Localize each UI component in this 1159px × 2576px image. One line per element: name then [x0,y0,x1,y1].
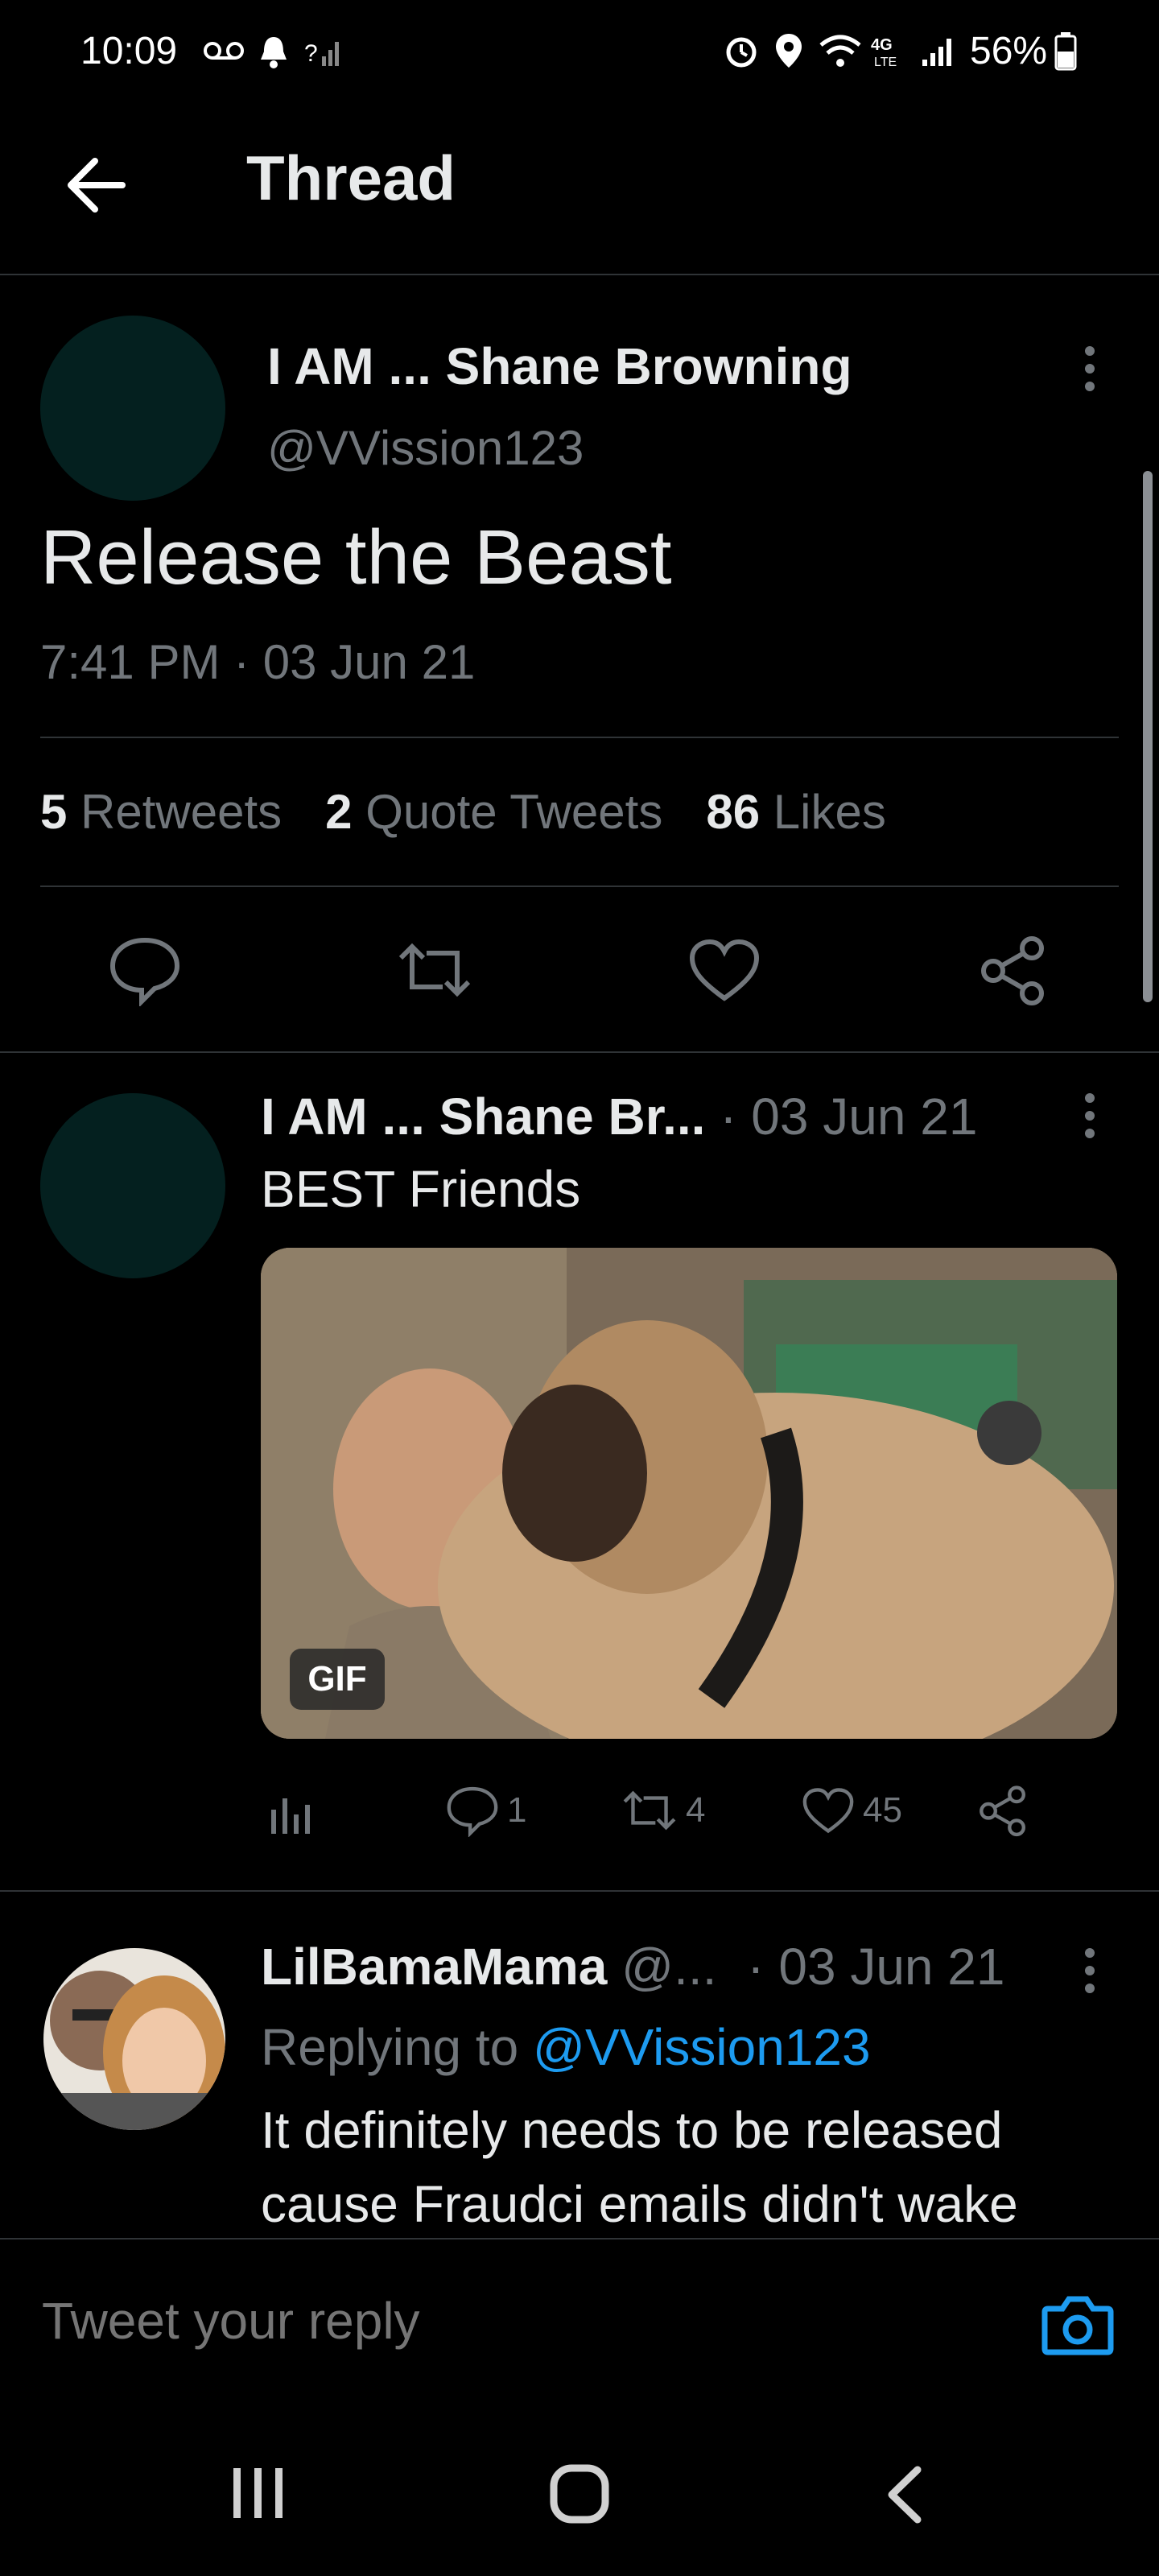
heart-icon [802,1788,854,1834]
reply-header: I AM ... Shane Br... · 03 Jun 21 [261,1087,977,1146]
status-time: 10:09 [80,30,178,72]
quote-tweets-count: 2 [325,785,353,839]
analytics-button[interactable] [266,1785,317,1841]
reply-display-name[interactable]: LilBamaMama [261,1938,607,1996]
scrollbar[interactable] [1143,471,1153,1002]
battery-percent: 56% [970,30,1048,72]
system-nav-bar [0,2391,1159,2576]
recent-apps-icon [233,2468,283,2518]
recent-apps-button[interactable] [230,2465,287,2525]
reply-date: · 03 Jun 21 [747,1938,1005,1996]
likes-label: Likes [773,785,886,839]
status-bar: 10:09 ? 4G LTE 56% [0,0,1159,105]
reply-bar [0,2238,1159,2392]
divider [40,737,1119,738]
location-icon [776,34,802,68]
wifi-icon [819,35,861,67]
more-options-button[interactable] [1085,1085,1095,1146]
svg-text:LTE: LTE [874,56,897,69]
home-button[interactable] [549,2463,610,2529]
analytics-icon [271,1798,310,1834]
nav-back-button[interactable] [882,2465,930,2529]
camera-button[interactable] [1040,2293,1116,2361]
replying-to-link[interactable]: @VVission123 [533,2018,871,2076]
reply-header: LilBamaMama @... · 03 Jun 21 [261,1937,1004,1996]
like-count: 45 [863,1790,902,1830]
divider [0,1051,1159,1053]
replying-prefix: Replying to [261,2018,519,2076]
quote-tweets-stat[interactable]: 2 Quote Tweets [325,784,662,840]
gif-badge: GIF [290,1649,385,1710]
share-button[interactable] [975,1784,1032,1841]
notification-bell-icon [261,37,287,68]
author-handle[interactable]: @VVission123 [267,420,584,476]
avatar[interactable] [40,1093,225,1278]
retweets-count: 5 [40,785,68,839]
cell-signal-icon [922,39,951,66]
reply-input[interactable] [40,2288,969,2354]
share-icon [981,936,1044,1005]
reply-display-name[interactable]: I AM ... Shane Br... [261,1088,705,1146]
home-icon [550,2464,609,2524]
more-vertical-icon [1085,1093,1095,1138]
share-button[interactable] [975,934,1053,1010]
reply-button[interactable]: 1 [444,1784,526,1837]
retweet-count: 4 [686,1790,706,1830]
reply-button[interactable] [106,934,184,1010]
author-display-name[interactable]: I AM ... Shane Browning [267,336,852,396]
quote-tweets-label: Quote Tweets [365,785,663,839]
divider [40,886,1119,887]
reply-date: · 03 Jun 21 [720,1088,978,1146]
more-options-button[interactable] [1085,338,1095,399]
tweet-stats: 5 Retweets 2 Quote Tweets 86 Likes [40,784,886,840]
thread-header [0,105,1159,275]
retweets-stat[interactable]: 5 Retweets [40,784,282,840]
reply-count: 1 [507,1790,527,1830]
signal-no-sim-icon: ? [304,40,339,67]
retweet-icon [398,943,471,997]
gif-media[interactable] [261,1248,1117,1739]
likes-count: 86 [706,785,761,839]
heart-icon [689,939,760,1001]
comment-icon [447,1786,498,1837]
like-button[interactable]: 45 [800,1784,902,1837]
reply-handle[interactable]: @... [621,1938,716,1996]
retweet-icon [623,1790,676,1831]
battery-icon [1054,32,1077,71]
share-icon [980,1785,1025,1837]
tweet-text: Release the Beast [40,514,672,601]
lte-icon: 4G LTE [871,36,897,69]
gif-image [261,1248,1117,1739]
more-vertical-icon [1085,1948,1095,1993]
replying-to-line: Replying to @VVission123 [261,2017,871,2077]
like-button[interactable] [686,934,763,1010]
reply-text: BEST Friends [261,1160,581,1218]
retweet-button[interactable]: 4 [620,1784,705,1837]
comment-icon [109,937,180,1008]
back-button[interactable] [56,145,137,225]
reply-text: It definitely needs to be released cause… [261,2101,1018,2233]
chevron-left-icon [888,2466,922,2524]
more-options-button[interactable] [1085,1940,1095,2001]
divider [0,1890,1159,1892]
camera-icon [1041,2296,1114,2355]
alarm-icon [726,37,757,68]
retweets-label: Retweets [80,785,283,839]
tweet-timestamp: 7:41 PM · 03 Jun 21 [40,635,476,689]
page-title: Thread [246,142,456,213]
avatar-photo [43,1948,225,2130]
svg-text:?: ? [304,40,318,67]
avatar[interactable] [43,1948,225,2130]
likes-stat[interactable]: 86 Likes [706,784,886,840]
retweet-button[interactable] [394,934,475,1010]
avatar[interactable] [40,316,225,501]
more-vertical-icon [1085,346,1095,391]
voicemail-icon [204,42,244,60]
svg-text:4G: 4G [871,36,893,54]
arrow-left-icon [68,158,126,213]
